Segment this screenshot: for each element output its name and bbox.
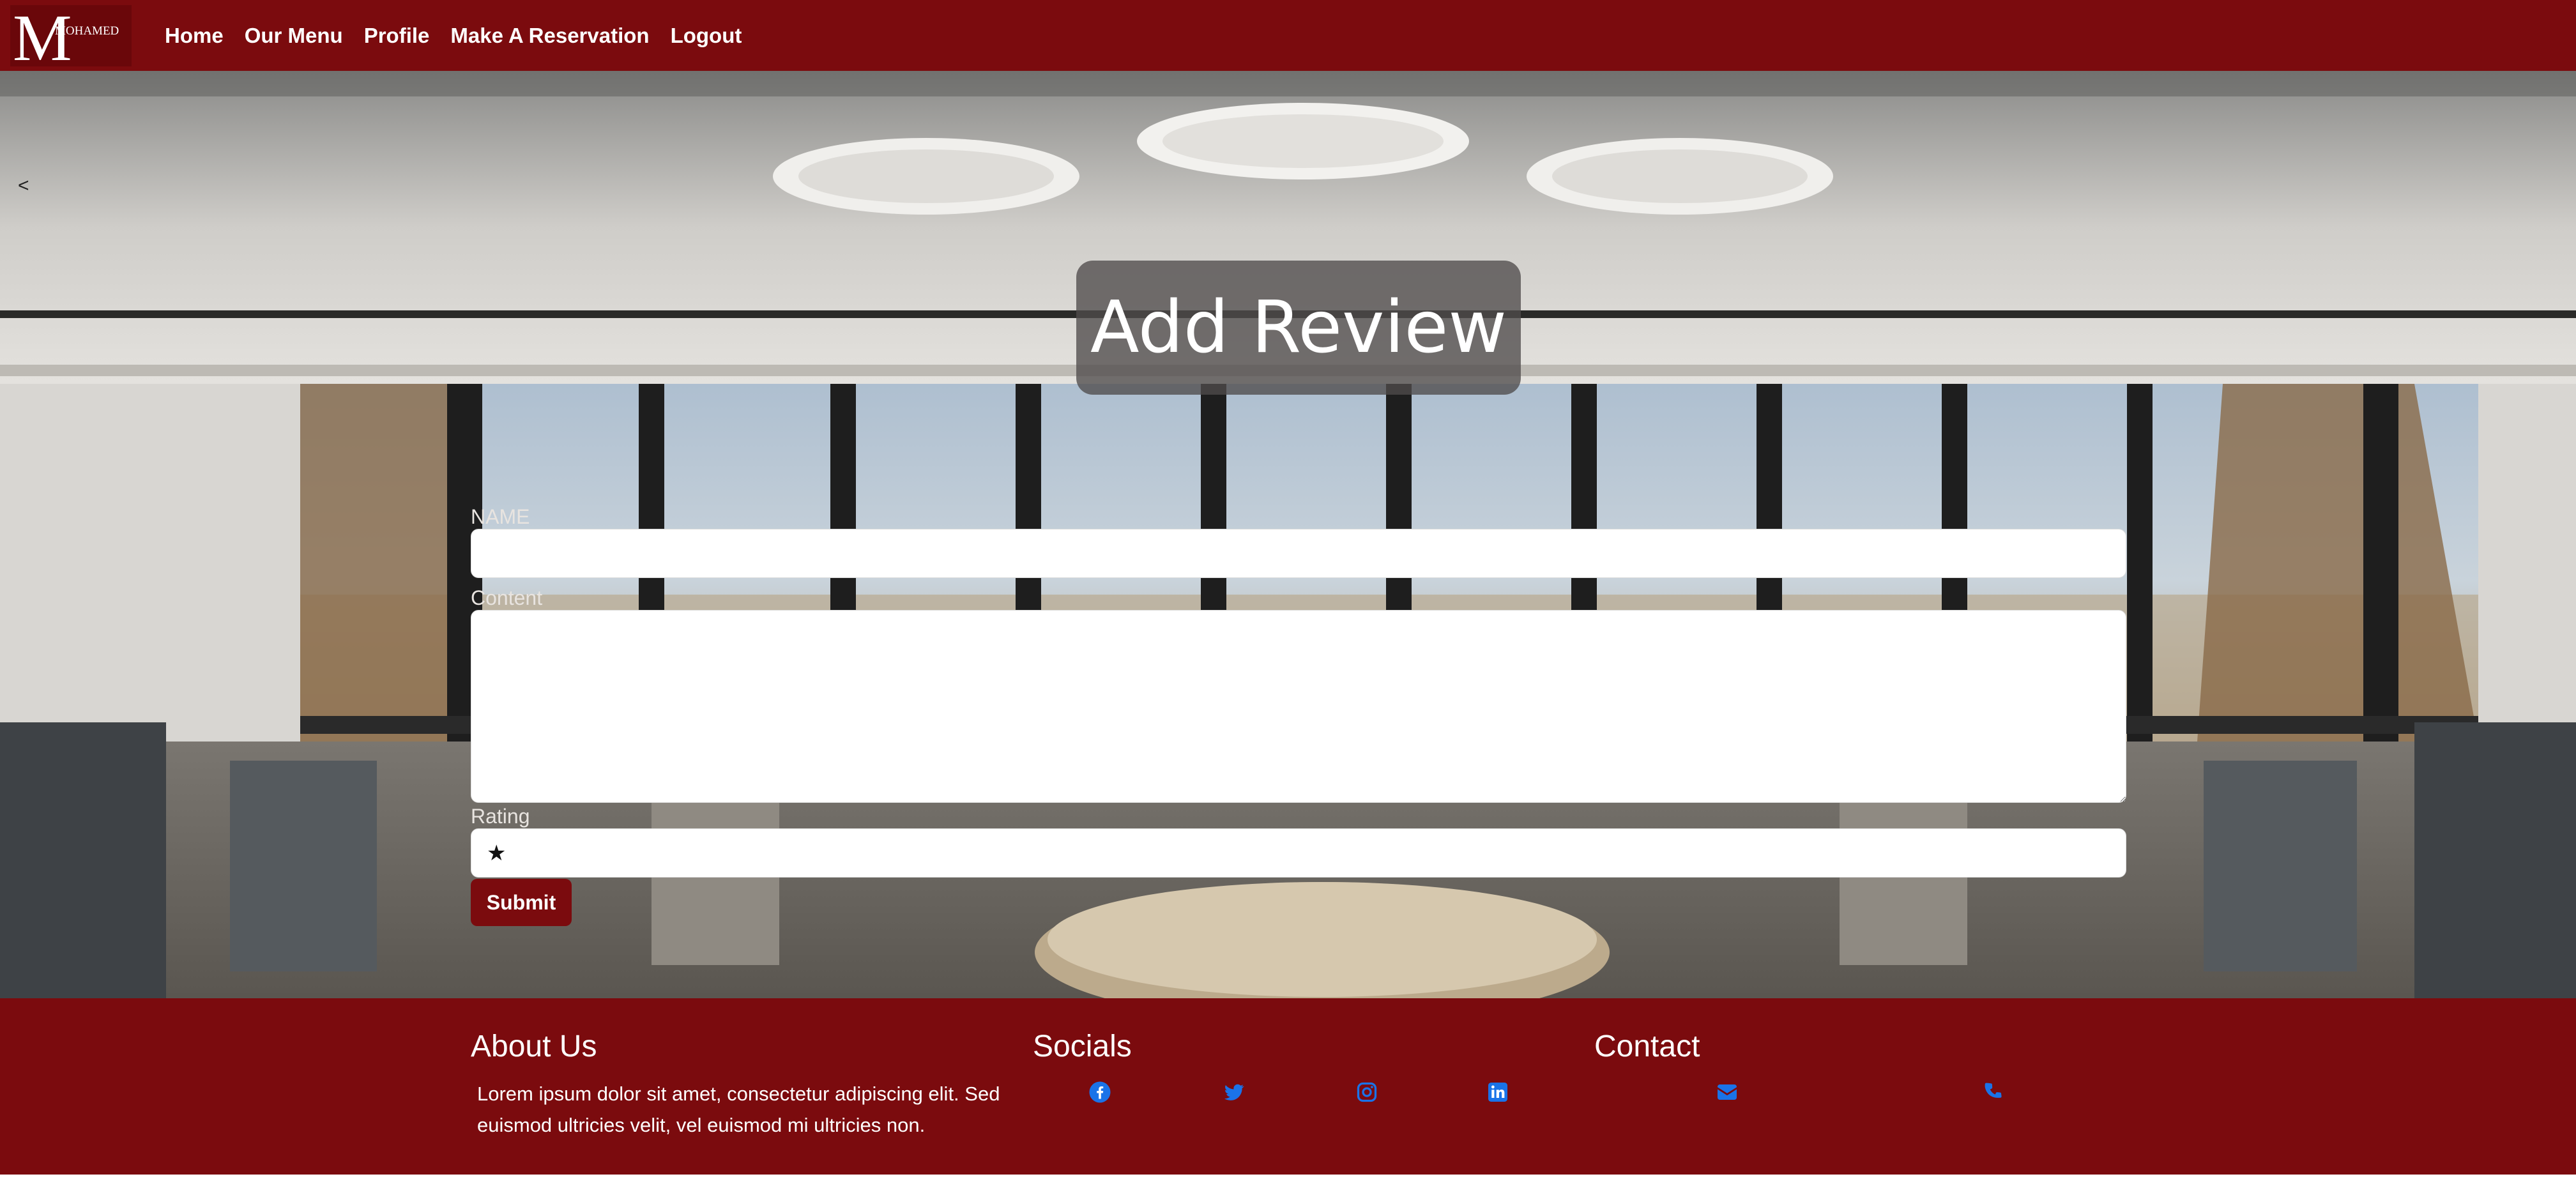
star-icon[interactable]: ★	[487, 841, 506, 866]
contact-title: Contact	[1594, 1030, 1700, 1063]
logo[interactable]: M MOHAMED	[10, 1, 132, 75]
linkedin-icon[interactable]	[1486, 1081, 1509, 1104]
submit-button[interactable]: Submit	[471, 879, 572, 926]
socials-title: Socials	[1033, 1030, 1132, 1063]
content-label: Content	[471, 586, 543, 609]
title-box: Add Review	[1076, 261, 1521, 395]
page-title: Add Review	[1090, 286, 1507, 369]
nav-logout[interactable]: Logout	[671, 24, 742, 48]
nav-home[interactable]: Home	[165, 24, 224, 48]
instagram-icon[interactable]	[1355, 1081, 1378, 1104]
facebook-icon[interactable]	[1088, 1081, 1111, 1104]
twitter-icon[interactable]	[1223, 1081, 1246, 1104]
content-textarea[interactable]	[471, 610, 2126, 803]
back-link[interactable]: <	[18, 175, 29, 197]
review-form: NAME Content Rating ★ Submit	[471, 505, 2126, 926]
logo-mark-icon: M MOHAMED	[13, 1, 119, 75]
nav-make-reservation[interactable]: Make A Reservation	[450, 24, 649, 48]
name-label: NAME	[471, 505, 530, 528]
name-input[interactable]	[471, 529, 2126, 578]
rating-input[interactable]: ★	[471, 828, 2126, 878]
envelope-icon[interactable]	[1716, 1081, 1739, 1104]
nav-profile[interactable]: Profile	[364, 24, 430, 48]
phone-icon[interactable]	[1982, 1081, 2005, 1104]
navbar: M MOHAMED Home Our Menu Profile Make A R…	[0, 0, 2576, 75]
bottom-strip	[0, 1175, 2576, 1179]
about-title: About Us	[471, 1030, 597, 1063]
nav-our-menu[interactable]: Our Menu	[245, 24, 343, 48]
about-text: Lorem ipsum dolor sit amet, consectetur …	[477, 1083, 1000, 1136]
nav-links: Home Our Menu Profile Make A Reservation…	[165, 0, 763, 71]
svg-text:MOHAMED: MOHAMED	[55, 24, 119, 38]
footer: About Us Lorem ipsum dolor sit amet, con…	[0, 998, 2576, 1175]
rating-label: Rating	[471, 805, 530, 828]
